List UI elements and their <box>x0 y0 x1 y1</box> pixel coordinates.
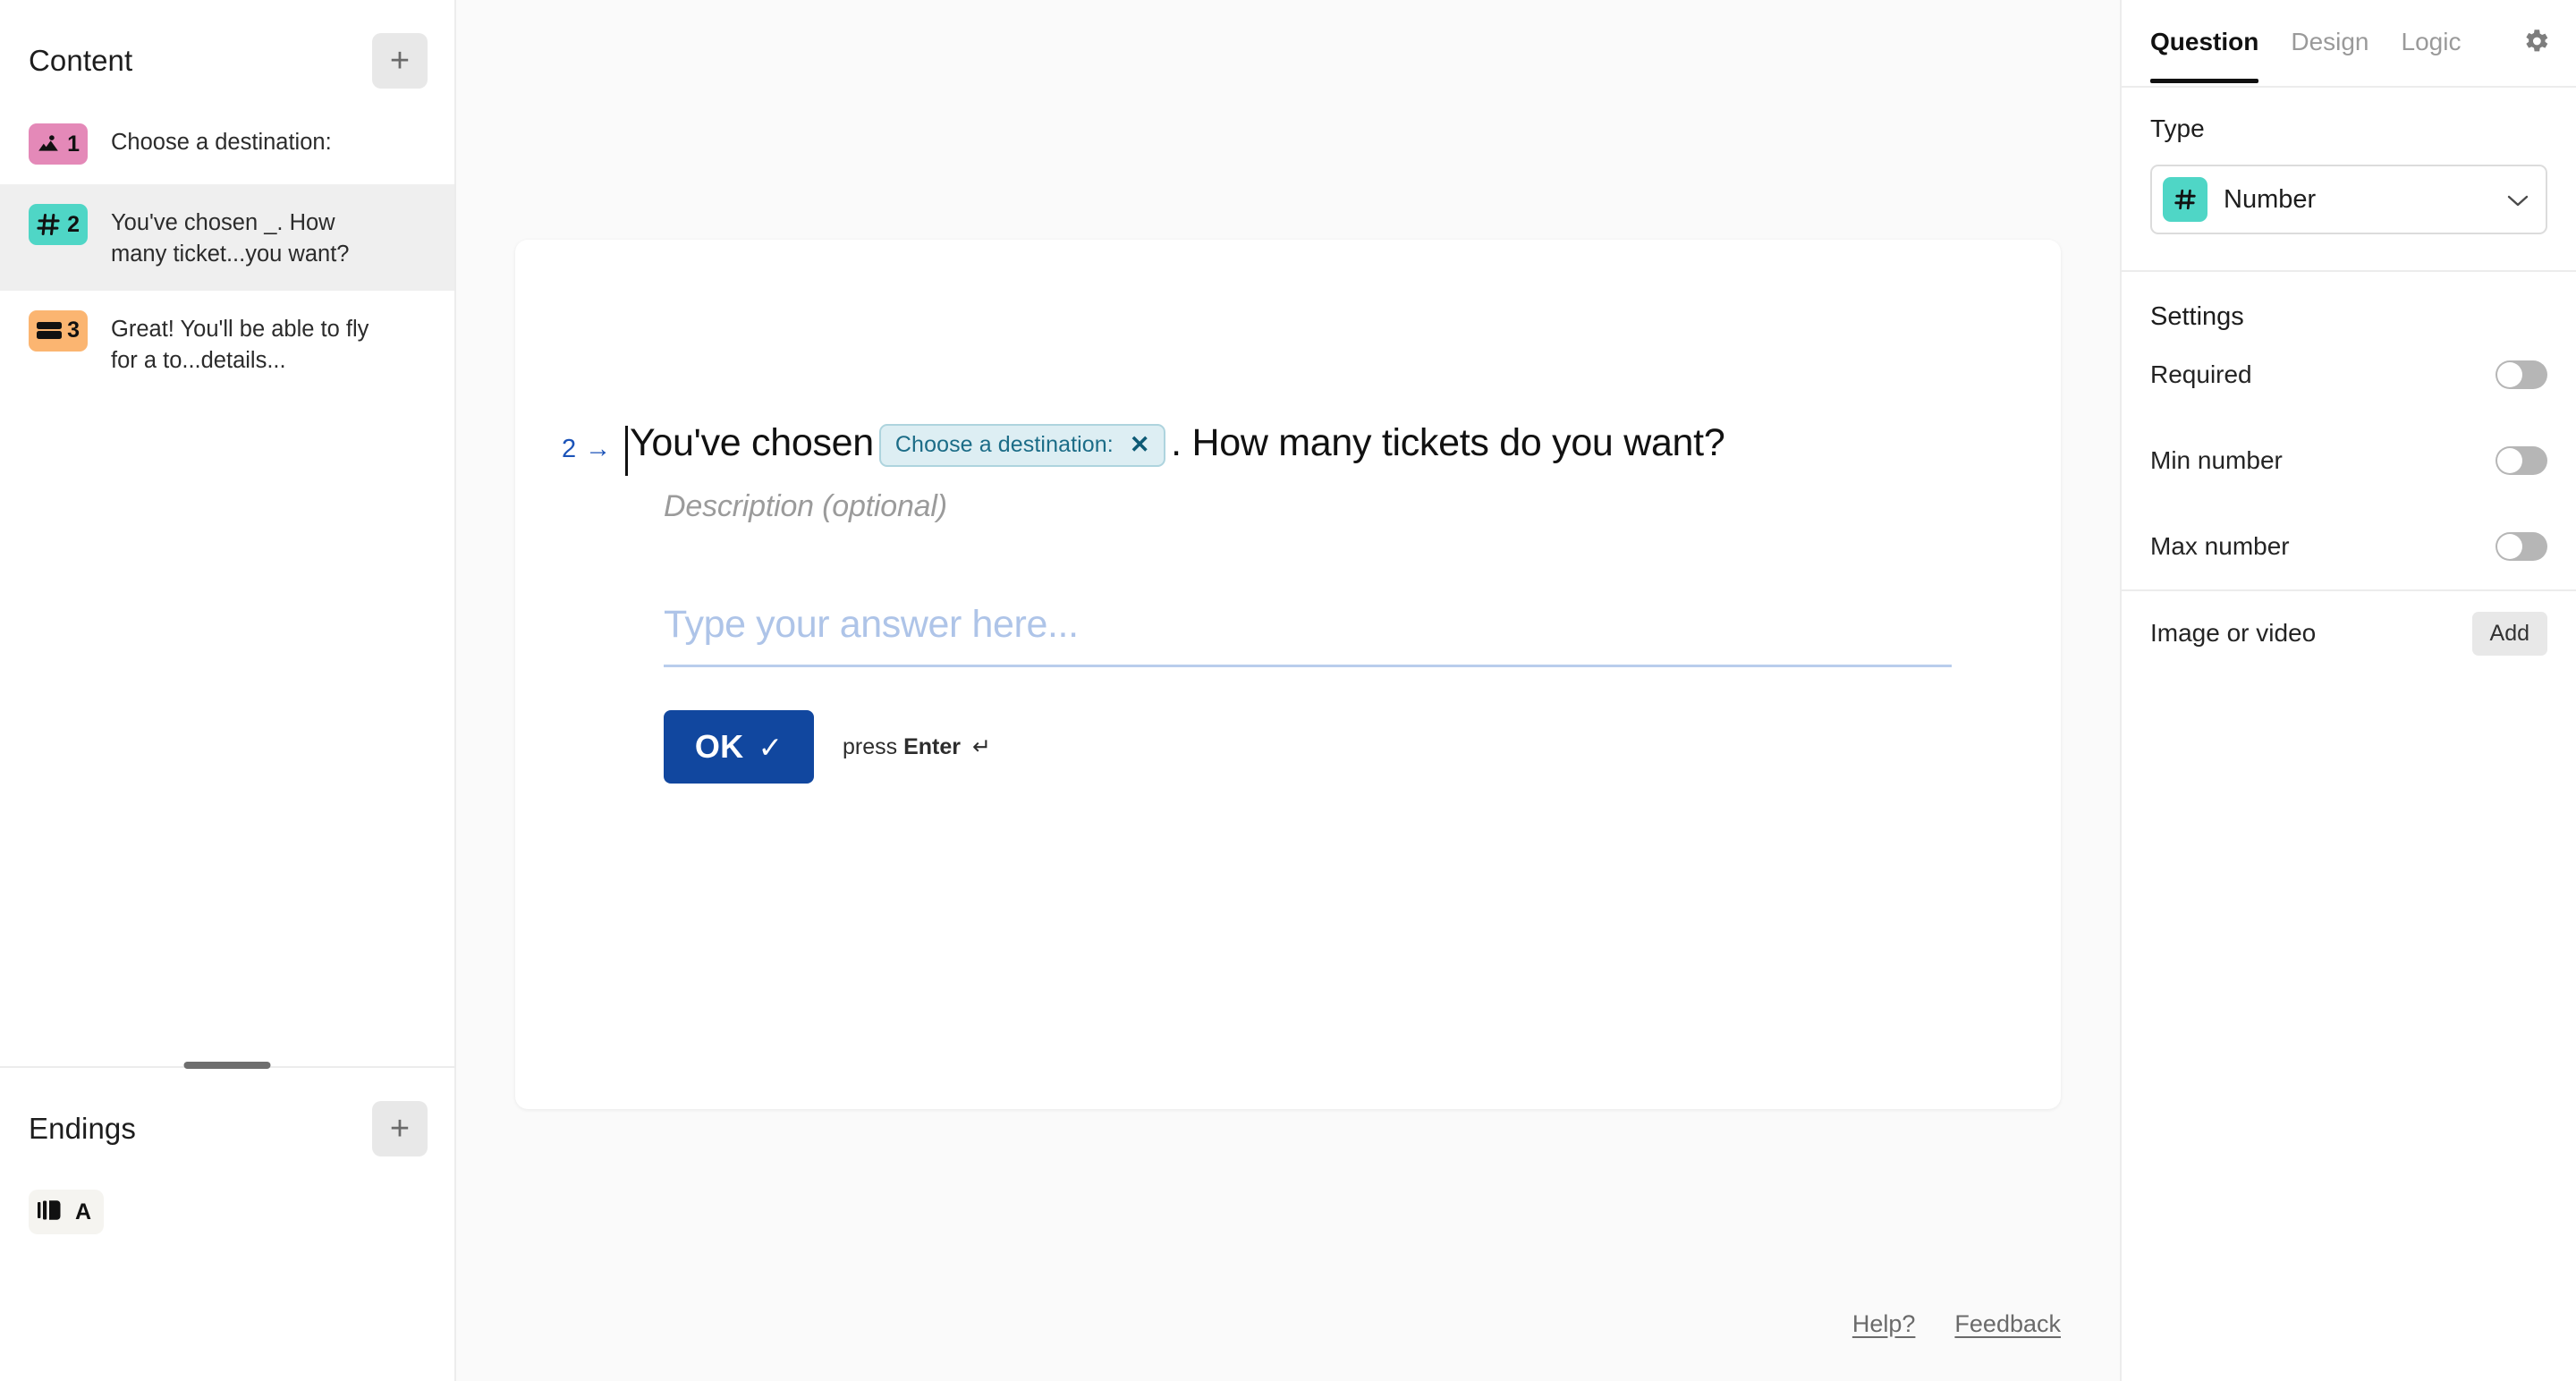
question-type-select[interactable]: Number <box>2150 165 2547 234</box>
answer-input[interactable] <box>664 603 1952 668</box>
question-number-2: 2 <box>67 211 80 237</box>
question-title-text: You've chosen Choose a destination: ✕ . How… <box>630 419 1962 468</box>
ok-button[interactable]: OK ✓ <box>664 710 814 784</box>
content-panel-header: Content + <box>0 0 454 98</box>
close-icon[interactable]: ✕ <box>1130 432 1150 457</box>
setting-label-required: Required <box>2150 360 2252 388</box>
right-settings-panel: Question Design Logic Type Number Settin… <box>2120 0 2576 1381</box>
answer-field-row <box>664 603 1962 668</box>
ending-flag-icon <box>38 1199 64 1226</box>
question-label-3: Great! You'll be able to fly for a to...… <box>111 316 369 374</box>
question-label-1: Choose a destination: <box>111 130 332 155</box>
toggle-knob <box>2497 534 2522 559</box>
question-number-1: 1 <box>67 131 80 157</box>
setting-row-required: Required <box>2122 332 2576 418</box>
question-type-value: Number <box>2224 184 2317 214</box>
question-badge-2: 2 <box>29 204 88 245</box>
sidebar-item-ending-a[interactable]: A <box>0 1166 454 1258</box>
plus-icon: + <box>389 42 411 80</box>
setting-row-min-number: Min number <box>2122 418 2576 504</box>
tab-logic[interactable]: Logic <box>2402 28 2462 81</box>
tab-question[interactable]: Question <box>2150 28 2259 83</box>
endings-section: Endings + A <box>0 1068 454 1381</box>
type-label: Type <box>2150 114 2205 142</box>
sidebar-item-question-2[interactable]: 2 You've chosen _. How many ticket...you… <box>0 184 454 291</box>
hint-key: Enter <box>903 734 961 760</box>
ending-letter: A <box>74 1199 91 1224</box>
payment-card-icon <box>36 320 63 342</box>
question-description-field[interactable]: Description (optional) <box>664 489 1962 524</box>
return-arrow-icon: ↵ <box>971 734 991 760</box>
footer-links: Help? Feedback <box>1852 1310 2061 1338</box>
question-headline-row: 2 → You've chosen Choose a destination: ✕.… <box>562 419 1962 476</box>
check-icon: ✓ <box>758 730 784 764</box>
settings-title: Settings <box>2150 302 2244 331</box>
setting-label-max-number: Max number <box>2150 532 2290 560</box>
hash-icon <box>36 212 61 237</box>
question-text-editor[interactable]: You've chosen Choose a destination: ✕ . How… <box>625 419 1962 476</box>
gear-icon[interactable] <box>2521 26 2551 84</box>
sidebar-item-question-3[interactable]: 3 Great! You'll be able to fly for a to.… <box>0 291 454 397</box>
feedback-link[interactable]: Feedback <box>1954 1310 2061 1338</box>
question-badge-1: 1 <box>29 123 88 165</box>
content-panel-title: Content <box>29 44 133 77</box>
hash-icon <box>2163 177 2207 222</box>
question-card-inner: 2 → You've chosen Choose a destination: ✕.… <box>515 419 2061 784</box>
plus-icon: + <box>389 1110 411 1148</box>
press-enter-hint: press Enter ↵ <box>843 733 991 760</box>
question-preview-card: 2 → You've chosen Choose a destination: ✕.… <box>515 240 2061 1109</box>
max-number-toggle[interactable] <box>2496 532 2547 561</box>
add-ending-button[interactable]: + <box>372 1101 428 1156</box>
toggle-knob <box>2497 448 2522 473</box>
setting-label-min-number: Min number <box>2150 446 2283 474</box>
add-content-button[interactable]: + <box>372 33 428 89</box>
add-media-button[interactable]: Add <box>2471 611 2547 656</box>
endings-panel-header: Endings + <box>0 1068 454 1166</box>
question-label-2: You've chosen _. How many ticket...you w… <box>111 210 350 267</box>
ending-badge[interactable]: A <box>29 1190 104 1234</box>
question-number-marker: 2 → <box>562 435 613 463</box>
ok-button-label: OK <box>694 728 744 766</box>
question-text-before: You've chosen <box>630 421 874 464</box>
sidebar-item-question-1[interactable]: 1 Choose a destination: <box>0 104 454 184</box>
submit-row: OK ✓ press Enter ↵ <box>664 710 1962 784</box>
question-badge-3: 3 <box>29 309 88 352</box>
image-or-video-row: Image or video Add <box>2122 589 2576 675</box>
min-number-toggle[interactable] <box>2496 446 2547 475</box>
setting-row-max-number: Max number <box>2122 504 2576 589</box>
chevron-down-icon <box>2506 188 2529 211</box>
content-question-list: 1 Choose a destination: 2 You've chosen … <box>0 104 454 397</box>
image-icon <box>36 132 61 156</box>
toggle-knob <box>2497 362 2522 387</box>
recall-pill[interactable]: Choose a destination: ✕ <box>878 424 1166 467</box>
required-toggle[interactable] <box>2496 360 2547 389</box>
hint-prefix: press <box>843 734 898 760</box>
type-section: Type Number <box>2122 88 2576 234</box>
left-sidebar: Content + 1 Choose a destination: 2 You'… <box>0 0 456 1381</box>
question-canvas: 2 → You've chosen Choose a destination: ✕.… <box>456 0 2120 1381</box>
sidebar-resize-handle[interactable] <box>183 1062 271 1069</box>
sidebar-split-divider: Endings + A <box>0 1062 454 1381</box>
help-link[interactable]: Help? <box>1852 1310 1916 1338</box>
question-text-after: . How many tickets do you want? <box>1171 421 1725 464</box>
tab-design[interactable]: Design <box>2291 28 2368 81</box>
image-or-video-label: Image or video <box>2150 619 2317 647</box>
text-caret <box>625 426 628 476</box>
endings-panel-title: Endings <box>29 1112 136 1145</box>
panel-tabs: Question Design Logic <box>2122 0 2576 88</box>
app-root: Content + 1 Choose a destination: 2 You'… <box>0 0 2576 1381</box>
question-number-3: 3 <box>67 318 80 343</box>
recall-pill-label: Choose a destination: <box>894 432 1114 457</box>
